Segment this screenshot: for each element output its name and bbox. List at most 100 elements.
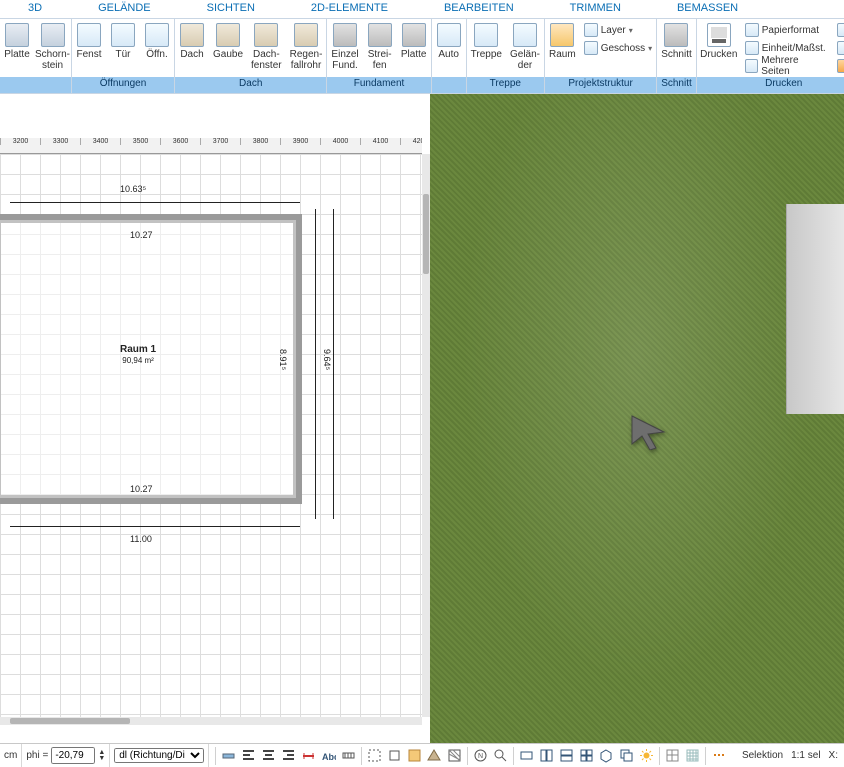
tool-view1-icon[interactable]: [517, 746, 536, 765]
schornstein-button[interactable]: Schorn- stein: [34, 19, 71, 71]
treppe-icon: [474, 23, 498, 47]
plan-hscroll-thumb[interactable]: [10, 718, 130, 724]
status-x: X:: [829, 750, 838, 761]
tool-view4-icon[interactable]: [577, 746, 596, 765]
tool-roof-icon[interactable]: [425, 746, 444, 765]
mehrere-seiten-button[interactable]: Mehrere Seiten: [741, 57, 831, 75]
status-bar: cm phi = ▲ ▼ dl (Richtung/Di Abc N: [0, 743, 844, 767]
tab-trimmen[interactable]: TRIMMEN: [542, 0, 649, 18]
tab-2d-elemente[interactable]: 2D-ELEMENTE: [283, 0, 416, 18]
layer-dropdown[interactable]: Layer: [580, 21, 656, 39]
tool-crop-icon[interactable]: [385, 746, 404, 765]
gelaender-button[interactable]: Gelän- der: [506, 19, 544, 71]
po-button[interactable]: Po: [833, 57, 844, 75]
drucken-label: Drucken: [700, 49, 737, 60]
streifenfundament-icon: [368, 23, 392, 47]
platte-button[interactable]: Platte: [0, 19, 34, 60]
tuer-button[interactable]: Tür: [106, 19, 140, 60]
dach-button[interactable]: Dach: [175, 19, 209, 60]
treppe-button[interactable]: Treppe: [467, 19, 506, 60]
gelaender-icon: [513, 23, 537, 47]
ribbon-tabs: 3D GELÄNDE SICHTEN 2D-ELEMENTE BEARBEITE…: [0, 0, 844, 18]
auto-button[interactable]: Auto: [432, 19, 466, 60]
raum-button[interactable]: Raum: [545, 19, 580, 60]
gaube-label: Gaube: [213, 49, 243, 60]
tool-view3-icon[interactable]: [557, 746, 576, 765]
tool-layer-icon[interactable]: [219, 746, 238, 765]
einheit-label: Einheit/Maßst.: [762, 43, 826, 54]
bl-button[interactable]: Bl: [833, 39, 844, 57]
dl-field: dl (Richtung/Di: [110, 744, 209, 767]
einzelfundament-button[interactable]: Einzel Fund.: [327, 19, 362, 71]
dl-select[interactable]: dl (Richtung/Di: [114, 748, 204, 763]
tab-sichten[interactable]: SICHTEN: [179, 0, 283, 18]
fenster-button[interactable]: Fenst: [72, 19, 106, 60]
plan-hscroll[interactable]: [0, 717, 422, 725]
status-ratio: 1:1 sel: [791, 750, 820, 761]
gaube-button[interactable]: Gaube: [209, 19, 247, 60]
raum-label: Raum: [549, 49, 576, 60]
dim-right-inner: 8.91⁵: [278, 349, 288, 370]
phi-input[interactable]: [51, 747, 95, 764]
geschoss-dropdown[interactable]: Geschoss: [580, 39, 656, 57]
pin-icon: [837, 59, 844, 73]
building-3d[interactable]: [786, 204, 844, 414]
papierformat-icon: [745, 23, 759, 37]
fundament-platte-label: Platte: [401, 49, 427, 60]
tool-grid-icon[interactable]: [683, 746, 702, 765]
papierformat-button[interactable]: Papierformat: [741, 21, 831, 39]
tool-text-icon[interactable]: Abc: [319, 746, 338, 765]
fundament-platte-button[interactable]: Platte: [397, 19, 431, 60]
grid-icon: [837, 23, 844, 37]
plan-2d-view[interactable]: 3200330034003500360037003800390040004100…: [0, 94, 430, 743]
ra-button[interactable]: Ra: [833, 21, 844, 39]
tab-gelaende[interactable]: GELÄNDE: [70, 0, 179, 18]
dimline-top-out: [10, 202, 300, 203]
tool-fill-icon[interactable]: [405, 746, 424, 765]
horizontal-ruler: 3200330034003500360037003800390040004100…: [0, 138, 422, 154]
tool-duplicate-icon[interactable]: [617, 746, 636, 765]
tool-align-left-icon[interactable]: [239, 746, 258, 765]
group-label-dach: Dach: [175, 77, 326, 93]
papierformat-label: Papierformat: [762, 25, 819, 36]
plan-grid[interactable]: 10.63⁵ 10.27 10.27 11.00 8.91⁵ 9.64⁵ Rau…: [0, 154, 422, 717]
dimline-right-out: [315, 209, 316, 519]
tool-iso-icon[interactable]: [597, 746, 616, 765]
tool-dimension-icon[interactable]: [299, 746, 318, 765]
view-3d[interactable]: [430, 94, 844, 743]
tool-more-icon[interactable]: [709, 746, 728, 765]
oeffnung-button[interactable]: Öffn.: [140, 19, 174, 60]
plan-vscroll-thumb[interactable]: [423, 194, 429, 274]
svg-text:Abc: Abc: [322, 752, 336, 762]
dim-top-inner: 10.27: [130, 230, 153, 240]
plan-vscroll[interactable]: [422, 154, 430, 717]
tool-view2-icon[interactable]: [537, 746, 556, 765]
regenfallrohr-button[interactable]: Regen- fallrohr: [286, 19, 327, 71]
tool-hatch-icon[interactable]: [445, 746, 464, 765]
tuer-icon: [111, 23, 135, 47]
tool-measure-icon[interactable]: [339, 746, 358, 765]
group-label-blank: [0, 77, 71, 93]
platte-label: Platte: [4, 49, 30, 60]
svg-text:N: N: [478, 753, 483, 760]
tool-select-rect-icon[interactable]: [365, 746, 384, 765]
phi-step-down[interactable]: ▼: [98, 756, 105, 762]
gelaender-label: Gelän- der: [510, 49, 540, 71]
tool-align-center-icon[interactable]: [259, 746, 278, 765]
tool-north-icon[interactable]: N: [471, 746, 490, 765]
group-label-drucken: Drucken: [697, 77, 844, 93]
bl-icon: [837, 41, 844, 55]
tab-bemassen[interactable]: BEMASSEN: [649, 0, 766, 18]
tool-align-right-icon[interactable]: [279, 746, 298, 765]
tab-bearbeiten[interactable]: BEARBEITEN: [416, 0, 542, 18]
tool-sun-icon[interactable]: [637, 746, 656, 765]
schnitt-button[interactable]: Schnitt: [657, 19, 696, 60]
group-label-oeffnungen: Öffnungen: [72, 77, 174, 93]
dachfenster-button[interactable]: Dach- fenster: [247, 19, 286, 71]
drucken-button[interactable]: Drucken: [697, 19, 741, 60]
geschoss-label: Geschoss: [601, 43, 645, 54]
streifenfundament-button[interactable]: Strei- fen: [363, 19, 397, 71]
tool-zoom-icon[interactable]: [491, 746, 510, 765]
tool-snap-grid-icon[interactable]: [663, 746, 682, 765]
tab-3d[interactable]: 3D: [0, 0, 70, 18]
